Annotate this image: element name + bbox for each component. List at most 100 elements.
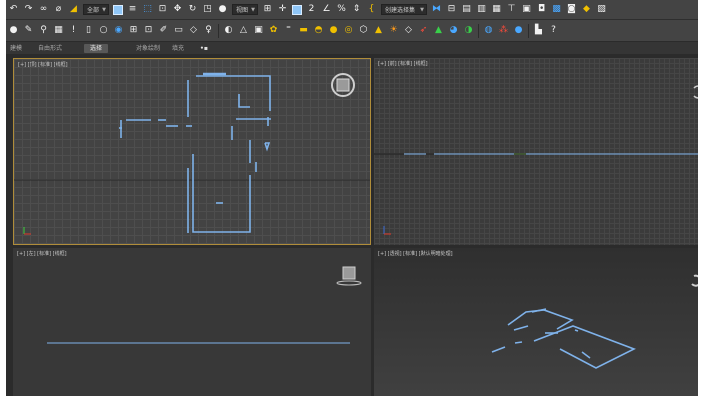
pen-icon[interactable]: ✐: [158, 25, 169, 36]
named-selection-dropdown[interactable]: 创建选择集 ▼: [381, 4, 427, 15]
yellow-donut-icon[interactable]: ◎: [343, 25, 354, 36]
render-iterative-icon[interactable]: ◆: [581, 4, 592, 15]
tab-object-paint[interactable]: 对象绘制: [136, 44, 160, 53]
material-editor-icon[interactable]: ▣: [521, 4, 532, 15]
select-move-icon[interactable]: ✥: [172, 4, 183, 15]
light-icon[interactable]: ☀: [388, 25, 399, 36]
edit-named-selection-icon[interactable]: {: [366, 4, 377, 15]
toolbar-separator: [218, 23, 219, 38]
diamond-icon[interactable]: ◇: [403, 25, 414, 36]
viewcube-icon[interactable]: [331, 73, 355, 97]
dot-icon[interactable]: ●: [8, 25, 19, 36]
window-icon[interactable]: ⊡: [143, 25, 154, 36]
viewport-left[interactable]: [+] [左] [标准] [线框]: [13, 248, 371, 396]
viewcube-icon[interactable]: [693, 85, 698, 99]
viewport-label[interactable]: [+] [透视] [标准] [默认明暗处理]: [378, 251, 453, 257]
shapes-icon[interactable]: ▲: [433, 25, 444, 36]
schematic-view-icon[interactable]: ⊤: [506, 4, 517, 15]
lightbulb-icon[interactable]: !: [68, 25, 79, 36]
yellow-cone-icon[interactable]: ▲: [373, 25, 384, 36]
grid-table-icon[interactable]: ▦: [53, 25, 64, 36]
image-icon[interactable]: ▣: [253, 25, 264, 36]
curve-editor-icon[interactable]: ▦: [491, 4, 502, 15]
viewport-label[interactable]: [+] [左] [标准] [线框]: [17, 251, 67, 257]
yellow-box-icon[interactable]: ▬: [298, 25, 309, 36]
layer-explorer-icon[interactable]: ▤: [461, 4, 472, 15]
grid-icon[interactable]: ⊞: [128, 25, 139, 36]
keyboard-shortcut-override-icon[interactable]: [292, 4, 302, 15]
bind-spacewarp-icon[interactable]: ◢: [68, 4, 79, 15]
tab-freeform[interactable]: 自由形式: [38, 44, 62, 53]
select-by-name-icon[interactable]: ≡: [127, 4, 138, 15]
perspective-view-canvas: [491, 274, 698, 369]
front-view-canvas: [374, 85, 698, 235]
selection-filter-dropdown[interactable]: 全部 ▼: [83, 4, 109, 15]
cone-icon[interactable]: ◇: [188, 25, 199, 36]
undo-icon[interactable]: ↶: [8, 4, 19, 15]
box-icon[interactable]: ▭: [173, 25, 184, 36]
paint-brush-icon[interactable]: ✎: [23, 25, 34, 36]
place-icon[interactable]: ●: [217, 4, 228, 15]
paint-icon[interactable]: ✿: [268, 25, 279, 36]
percent-snap-icon[interactable]: %: [336, 4, 347, 15]
circle-icon[interactable]: ○: [98, 25, 109, 36]
secondary-toolbar: ● ✎ ⚲ ▦ ! ▯ ○ ◉ ⊞ ⊡ ✐ ▭ ◇ ♀ ◐ △ ▣ ✿ ⁼ ▬ …: [6, 20, 698, 41]
render-setup-icon[interactable]: ◘: [536, 4, 547, 15]
link-icon[interactable]: ∞: [38, 4, 49, 15]
select-rotate-icon[interactable]: ↻: [187, 4, 198, 15]
render-cloud-icon[interactable]: ▧: [596, 4, 607, 15]
chevron-down-icon: ▼: [251, 7, 255, 13]
tab-modeling[interactable]: 建模: [10, 44, 22, 53]
render-production-icon[interactable]: ◙: [566, 4, 577, 15]
material-ball-icon[interactable]: ◍: [483, 25, 494, 36]
max-application-window: ↶ ↷ ∞ ⌀ ◢ 全部 ▼ ≡ ⬚ ⊡ ✥ ↻ ◳ ● 视图 ▼ ⊞ ✛ 2 ∠ …: [6, 0, 698, 396]
spinner-snap-icon[interactable]: ⇕: [351, 4, 362, 15]
document-icon[interactable]: ▯: [83, 25, 94, 36]
teapot-icon[interactable]: ◐: [223, 25, 234, 36]
green-icon[interactable]: ◑: [463, 25, 474, 36]
globe-icon[interactable]: ◕: [448, 25, 459, 36]
help-icon[interactable]: ?: [548, 25, 559, 36]
rendered-frame-icon[interactable]: ▩: [551, 4, 562, 15]
plane-icon[interactable]: △: [238, 25, 249, 36]
render-frame-icon[interactable]: ▙: [533, 25, 544, 36]
hex-icon[interactable]: ⬡: [358, 25, 369, 36]
unlink-icon[interactable]: ⌀: [53, 4, 64, 15]
red-arrow-icon[interactable]: ➶: [418, 25, 429, 36]
blue-sphere-icon[interactable]: ●: [513, 25, 524, 36]
sphere-icon[interactable]: ◉: [113, 25, 124, 36]
weight-icon[interactable]: ⚲: [38, 25, 49, 36]
yellow-sphere-icon[interactable]: ●: [328, 25, 339, 36]
pivot-center-icon[interactable]: ⊞: [262, 4, 273, 15]
tab-populate[interactable]: 填充: [172, 44, 184, 53]
dots-menu-icon[interactable]: •▪: [200, 44, 208, 53]
top-view-canvas: [14, 72, 370, 235]
reference-coordinate-dropdown[interactable]: 视图 ▼: [232, 4, 258, 15]
viewport-label[interactable]: [+] [顶] [标准] [线框]: [18, 62, 68, 68]
viewport-label[interactable]: [+] [前] [标准] [线框]: [378, 61, 428, 67]
viewport-area: [+] [顶] [标准] [线框] [+] [前] [标准] [线框] [+] …: [6, 55, 698, 396]
select-manipulate-icon[interactable]: ✛: [277, 4, 288, 15]
angle-snap-icon[interactable]: ∠: [321, 4, 332, 15]
snap-icon[interactable]: ⁼: [283, 25, 294, 36]
snaps-toggle-icon[interactable]: 2: [306, 4, 317, 15]
key-icon[interactable]: ♀: [203, 25, 214, 36]
particle-icon[interactable]: ⁂: [498, 25, 509, 36]
redo-icon[interactable]: ↷: [23, 4, 34, 15]
viewcube-icon[interactable]: [336, 266, 362, 286]
viewport-perspective[interactable]: [+] [透视] [标准] [默认明暗处理]: [374, 248, 698, 396]
window-crossing-icon[interactable]: ⊡: [157, 4, 168, 15]
viewcube-icon[interactable]: [691, 274, 698, 287]
select-object-icon[interactable]: [113, 4, 123, 15]
reference-coordinate-value: 视图: [236, 7, 249, 14]
main-toolbar: ↶ ↷ ∞ ⌀ ◢ 全部 ▼ ≡ ⬚ ⊡ ✥ ↻ ◳ ● 视图 ▼ ⊞ ✛ 2 ∠ …: [6, 0, 698, 20]
select-scale-icon[interactable]: ◳: [202, 4, 213, 15]
rect-selection-region-icon[interactable]: ⬚: [142, 4, 153, 15]
viewport-top[interactable]: [+] [顶] [标准] [线框]: [13, 58, 371, 245]
viewport-front[interactable]: [+] [前] [标准] [线框]: [374, 58, 698, 245]
toggle-ribbon-icon[interactable]: ▥: [476, 4, 487, 15]
mirror-icon[interactable]: ⧓: [431, 4, 442, 15]
align-icon[interactable]: ⊟: [446, 4, 457, 15]
yellow-dome-icon[interactable]: ◓: [313, 25, 324, 36]
tab-selection[interactable]: 选择: [84, 44, 109, 53]
